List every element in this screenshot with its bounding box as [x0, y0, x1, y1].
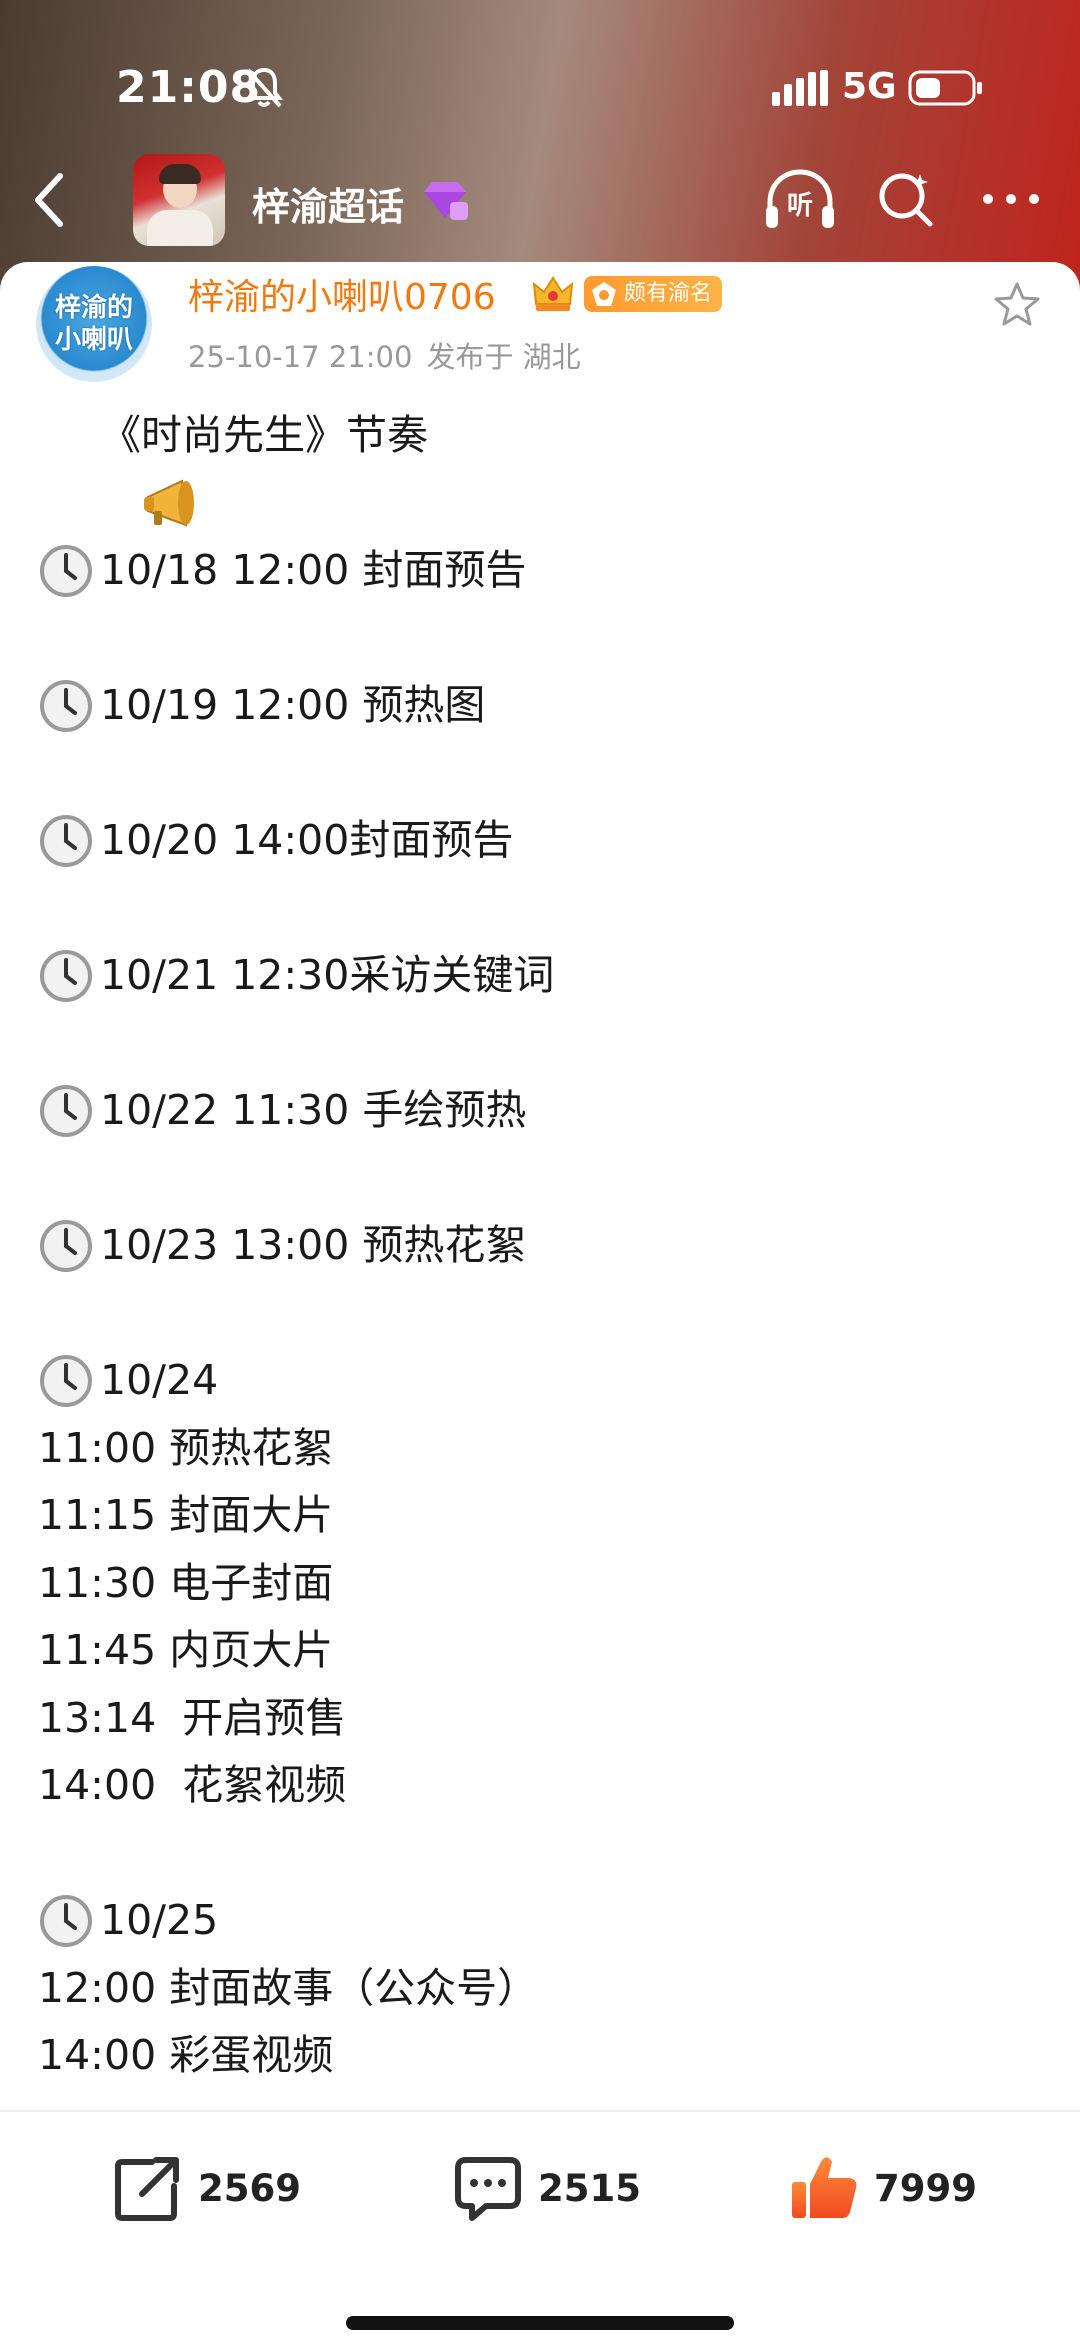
- post-line: 10/18 12:00 封面预告: [38, 537, 1038, 605]
- crown-icon: [532, 276, 574, 311]
- post-meta: 25-10-17 21:00 发布于 湖北: [188, 334, 581, 376]
- post-line: 13:14 开启预售: [38, 1693, 347, 1742]
- megaphone-icon: [38, 408, 195, 527]
- comment-count: 2515: [538, 2166, 641, 2210]
- post-line: 10/24: [38, 1347, 1038, 1415]
- comment-button[interactable]: 2515: [452, 2150, 641, 2226]
- post-line: 10/21 12:30采访关键词: [38, 942, 1038, 1010]
- battery-icon: [908, 70, 982, 106]
- clock-icon: [38, 1353, 98, 1409]
- post-line: 10/23 13:00 预热花絮: [38, 1212, 1038, 1280]
- search-icon[interactable]: [876, 170, 936, 230]
- listen-label: 听: [787, 191, 813, 221]
- clock-icon: [38, 813, 98, 869]
- author-name[interactable]: 梓渝的小喇叭0706: [188, 268, 496, 320]
- post-line: 14:00 彩蛋视频: [38, 2031, 334, 2079]
- post-line: 10/25: [38, 1887, 1038, 1955]
- nav-bar: 梓渝超话 听: [0, 150, 1080, 250]
- clock-icon: [38, 1083, 98, 1139]
- topic-title[interactable]: 梓渝超话: [252, 176, 404, 231]
- post-line: 14:00 花絮视频: [38, 1761, 347, 1809]
- comment-icon: [455, 2157, 521, 2221]
- fan-badge-label: 颇有渝名: [624, 281, 713, 306]
- post-time: 25-10-17 21:00: [188, 340, 413, 374]
- post-line: 12:00 封面故事（公众号）: [38, 1963, 539, 2012]
- post-line: 《时尚先生》节奏: [38, 402, 1038, 527]
- action-bar: 2569 2515 7999: [0, 2112, 1080, 2262]
- share-button[interactable]: 2569: [112, 2150, 301, 2226]
- post-line: 11:00 预热花絮: [38, 1423, 334, 1472]
- post-line: 11:15 封面大片: [38, 1491, 334, 1539]
- fan-badge: 颇有渝名: [584, 276, 723, 312]
- author-avatar-text: 梓渝的小喇叭: [54, 293, 133, 355]
- listen-icon[interactable]: 听: [762, 168, 838, 232]
- status-time: 21:08: [116, 62, 262, 113]
- author-avatar[interactable]: 梓渝的小喇叭: [36, 266, 152, 382]
- network-label: 5G: [842, 66, 897, 107]
- post-card: 梓渝的小喇叭 梓渝的小喇叭0706 颇有渝名 25-10-17 21:00 发布于…: [0, 262, 1080, 2348]
- post-location: 发布于 湖北: [426, 340, 581, 374]
- clock-icon: [38, 1893, 98, 1949]
- post-line: 10/19 12:00 预热图: [38, 672, 1038, 740]
- post-line: 11:30 电子封面: [38, 1558, 334, 1607]
- like-count: 7999: [874, 2166, 977, 2210]
- bell-off-icon: [244, 67, 284, 108]
- badge-icon: [592, 282, 616, 306]
- like-button[interactable]: 7999: [788, 2150, 977, 2226]
- gem-badge-icon: [424, 182, 468, 220]
- share-icon: [115, 2157, 179, 2221]
- signal-icon: [772, 70, 828, 106]
- more-icon[interactable]: [980, 186, 1042, 212]
- post-line: 11:45 内页大片: [38, 1626, 334, 1674]
- share-count: 2569: [198, 2166, 301, 2210]
- thumbs-up-icon: [792, 2157, 857, 2218]
- post-content: 《时尚先生》节奏 10/18 12:00 封面预告 10/19 12:00 预热…: [38, 402, 1038, 2090]
- clock-icon: [38, 543, 98, 599]
- clock-icon: [38, 678, 98, 734]
- star-icon[interactable]: [992, 280, 1042, 330]
- post-line: 10/22 11:30 手绘预热: [38, 1077, 1038, 1145]
- home-indicator[interactable]: [346, 2316, 734, 2330]
- clock-icon: [38, 1218, 98, 1274]
- topic-avatar[interactable]: [133, 154, 225, 246]
- status-bar: 21:08 5G: [0, 0, 1080, 170]
- post-line: 10/20 14:00封面预告: [38, 807, 1038, 875]
- back-icon[interactable]: [26, 170, 74, 230]
- clock-icon: [38, 948, 98, 1004]
